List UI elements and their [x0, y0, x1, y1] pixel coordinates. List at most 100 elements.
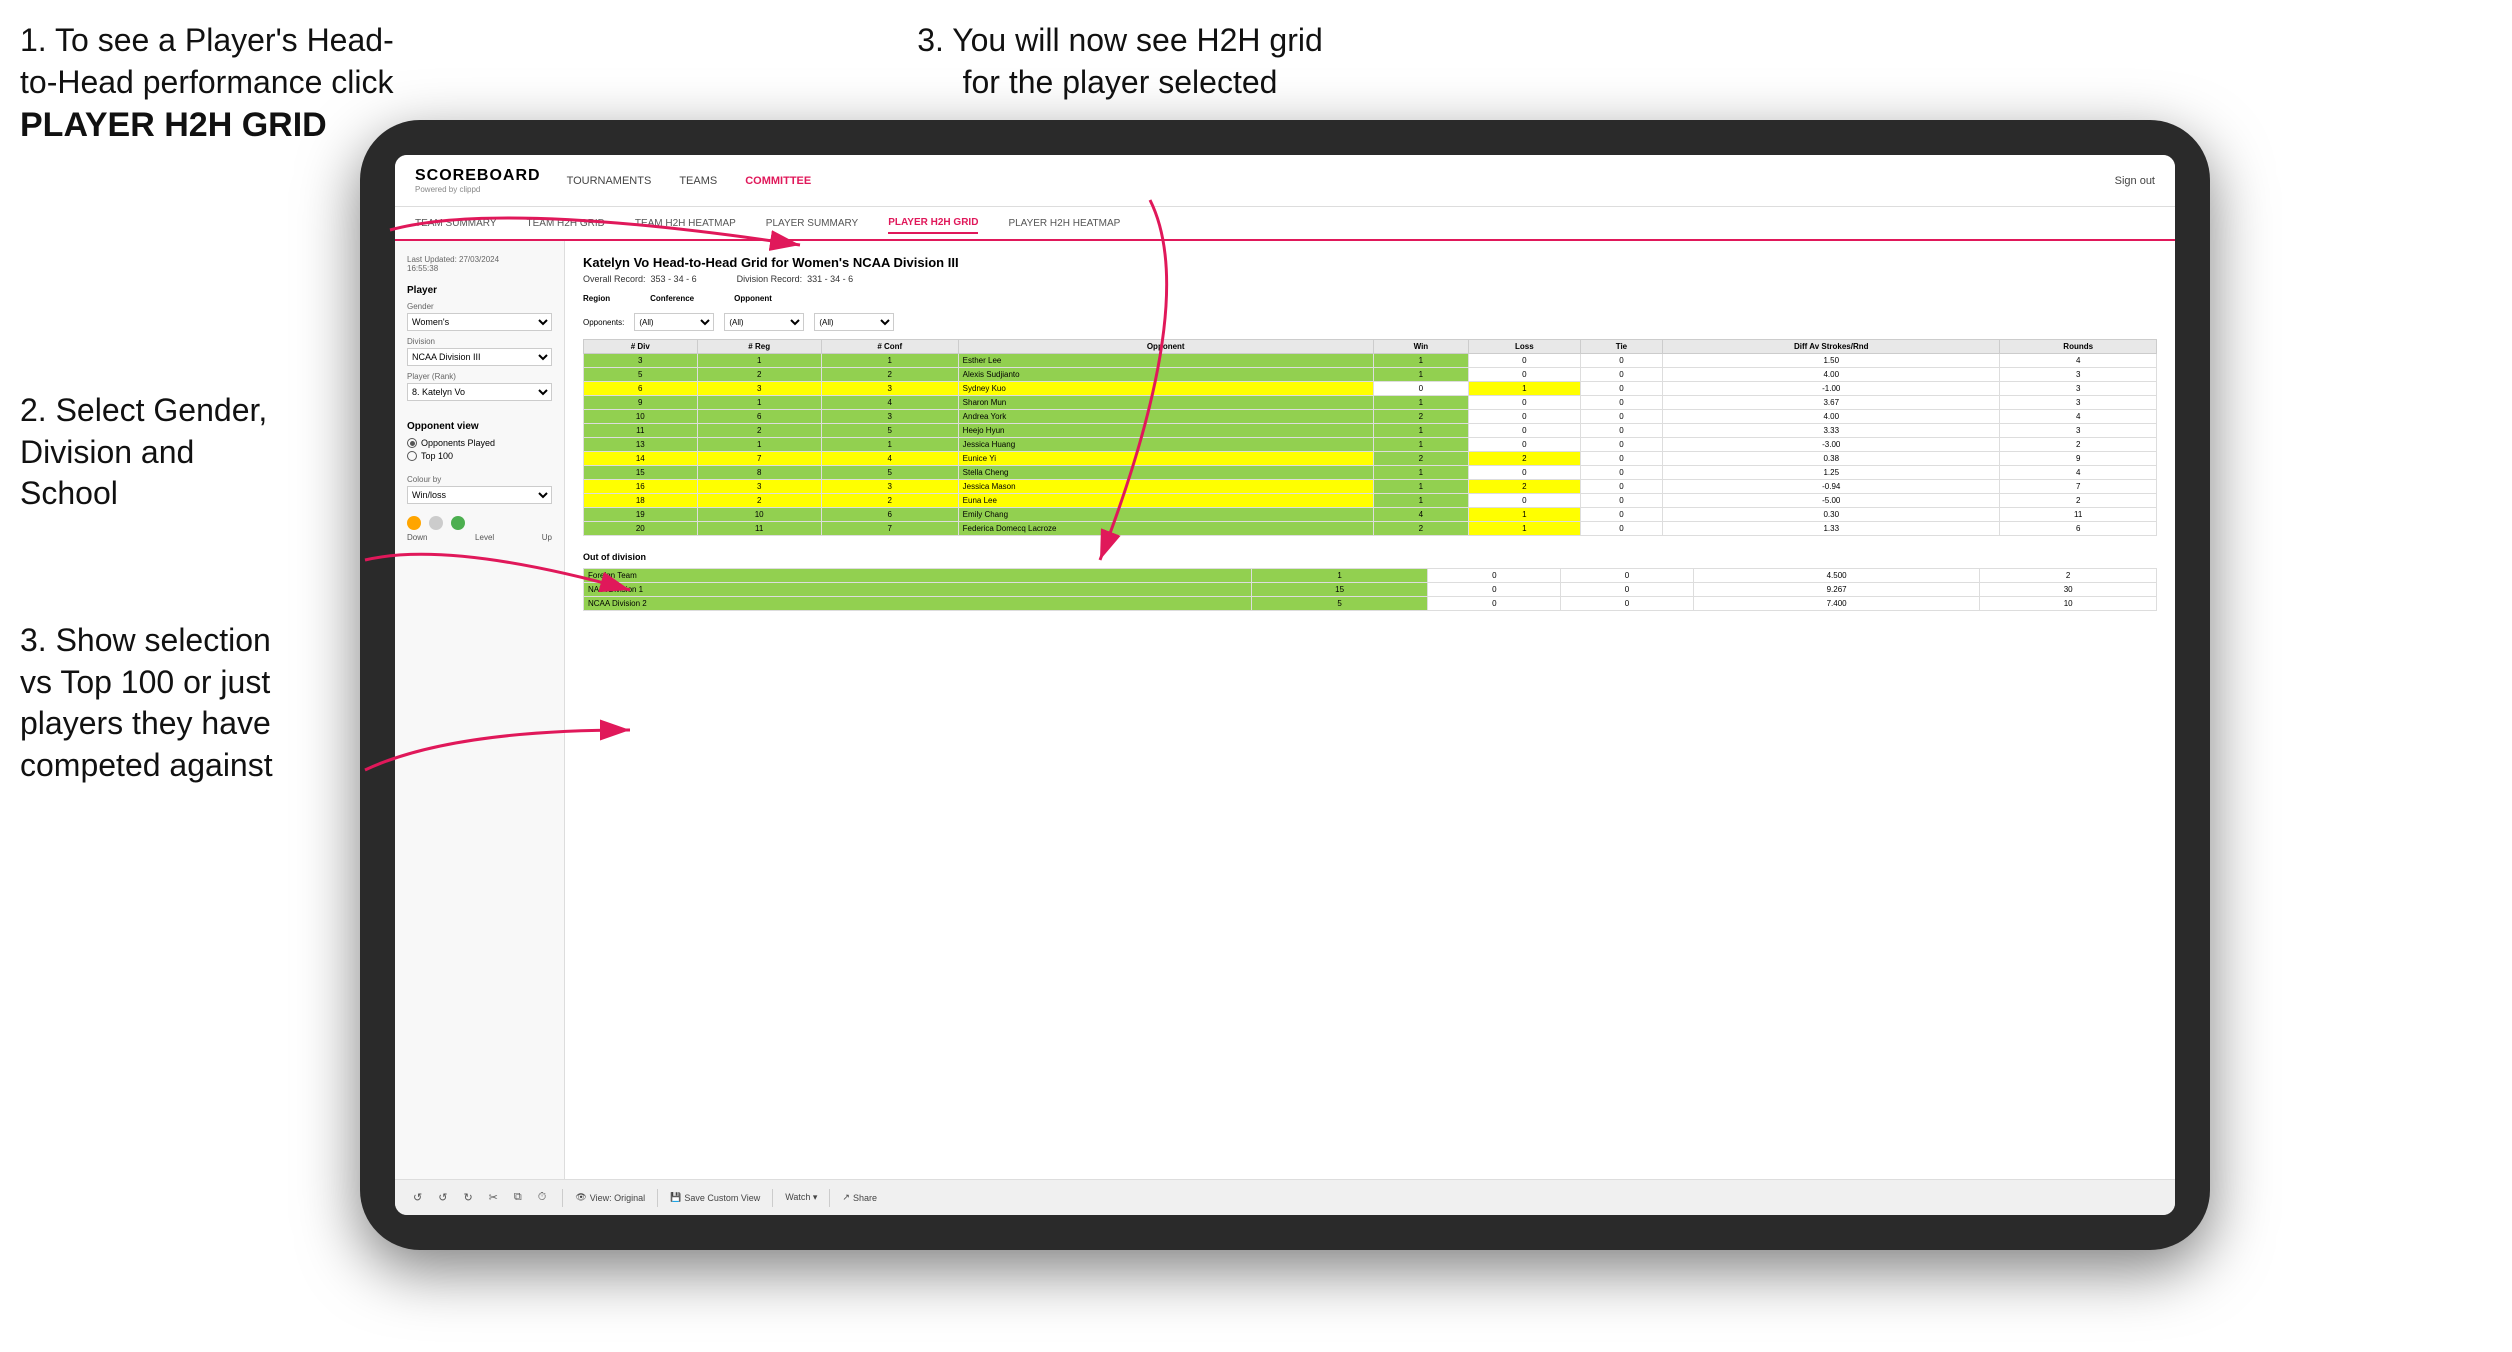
subnav-team-h2h-grid[interactable]: TEAM H2H GRID	[527, 214, 605, 233]
opponent-view-title: Opponent view	[407, 421, 552, 432]
radio-top100[interactable]: Top 100	[407, 451, 552, 461]
conference-filter[interactable]: (All)	[724, 313, 804, 331]
redo-btn[interactable]: ↻	[459, 1189, 476, 1206]
out-table-row: Foreign Team 1 0 0 4.500 2	[584, 569, 2157, 583]
table-row: 6 3 3 Sydney Kuo 0 1 0 -1.00 3	[584, 382, 2157, 396]
division-label: Division	[407, 337, 552, 346]
opponent-filter[interactable]: (All)	[814, 313, 894, 331]
toolbar-divider4	[829, 1189, 830, 1207]
table-row: 5 2 2 Alexis Sudjianto 1 0 0 4.00 3	[584, 368, 2157, 382]
toolbar-divider2	[657, 1189, 658, 1207]
col-win: Win	[1373, 340, 1468, 354]
logo-sub: Powered by clippd	[415, 185, 541, 194]
instruction-step3-right: 3. You will now see H2H grid for the pla…	[870, 20, 1370, 103]
view-original-btn[interactable]: 👁 View: Original	[575, 1192, 645, 1203]
main-content: Last Updated: 27/03/2024 16:55:38 Player…	[395, 241, 2175, 1179]
nav-committee[interactable]: COMMITTEE	[743, 171, 813, 191]
col-loss: Loss	[1469, 340, 1581, 354]
logo-area: SCOREBOARD Powered by clippd	[415, 167, 541, 194]
tablet-frame: SCOREBOARD Powered by clippd TOURNAMENTS…	[360, 120, 2210, 1250]
radio-opponents-played-circle	[407, 438, 417, 448]
undo2-btn[interactable]: ↺	[434, 1189, 451, 1206]
table-row: 11 2 5 Heejo Hyun 1 0 0 3.33 3	[584, 424, 2157, 438]
toolbar-divider1	[562, 1189, 563, 1207]
logo-text: SCOREBOARD	[415, 167, 541, 185]
colour-by-label: Colour by	[407, 475, 552, 484]
table-row: 14 7 4 Eunice Yi 2 2 0 0.38 9	[584, 452, 2157, 466]
col-opponent: Opponent	[958, 340, 1373, 354]
table-row: 10 6 3 Andrea York 2 0 0 4.00 4	[584, 410, 2157, 424]
tablet-screen: SCOREBOARD Powered by clippd TOURNAMENTS…	[395, 155, 2175, 1215]
opponents-filter[interactable]: (All)	[634, 313, 714, 331]
dot-down	[407, 516, 421, 530]
table-row: 13 1 1 Jessica Huang 1 0 0 -3.00 2	[584, 438, 2157, 452]
col-tie: Tie	[1580, 340, 1662, 354]
gender-label: Gender	[407, 302, 552, 311]
save-custom-btn[interactable]: 💾 Save Custom View	[670, 1192, 760, 1203]
opponent-view-section: Opponent view Opponents Played Top 100	[407, 421, 552, 461]
instruction-step1: 1. To see a Player's Head- to-Head perfo…	[20, 20, 400, 147]
toolbar-divider3	[772, 1189, 773, 1207]
nav-right: Sign out	[2115, 175, 2155, 187]
division-record: Division Record: 331 - 34 - 6	[737, 274, 854, 284]
colour-select[interactable]: Win/loss	[407, 486, 552, 504]
overall-record: Overall Record: 353 - 34 - 6	[583, 274, 697, 284]
division-select[interactable]: NCAA Division III	[407, 348, 552, 366]
save-icon: 💾	[670, 1192, 681, 1203]
table-row: 16 3 3 Jessica Mason 1 2 0 -0.94 7	[584, 480, 2157, 494]
copy-btn[interactable]: ⧉	[510, 1189, 526, 1206]
subnav-team-h2h-heatmap[interactable]: TEAM H2H HEATMAP	[635, 214, 736, 233]
colour-section: Colour by Win/loss Down Level Up	[407, 475, 552, 542]
grid-records: Overall Record: 353 - 34 - 6 Division Re…	[583, 274, 2157, 284]
subnav-team-summary[interactable]: TEAM SUMMARY	[415, 214, 497, 233]
table-row: 19 10 6 Emily Chang 4 1 0 0.30 11	[584, 508, 2157, 522]
share-btn[interactable]: ↗ Share	[842, 1192, 877, 1203]
out-of-division-label: Out of division	[583, 552, 2157, 562]
timestamp: Last Updated: 27/03/2024 16:55:38	[407, 255, 552, 273]
cut-btn[interactable]: ✂	[485, 1189, 502, 1206]
nav-bar: SCOREBOARD Powered by clippd TOURNAMENTS…	[395, 155, 2175, 207]
nav-tournaments[interactable]: TOURNAMENTS	[565, 171, 654, 191]
clock-btn[interactable]: ⏱	[534, 1189, 551, 1206]
radio-top100-circle	[407, 451, 417, 461]
col-rounds: Rounds	[2000, 340, 2157, 354]
grid-title: Katelyn Vo Head-to-Head Grid for Women's…	[583, 255, 2157, 270]
table-row: 3 1 1 Esther Lee 1 0 0 1.50 4	[584, 354, 2157, 368]
player-rank-label: Player (Rank)	[407, 372, 552, 381]
table-row: 18 2 2 Euna Lee 1 0 0 -5.00 2	[584, 494, 2157, 508]
left-panel: Last Updated: 27/03/2024 16:55:38 Player…	[395, 241, 565, 1179]
right-content: Katelyn Vo Head-to-Head Grid for Women's…	[565, 241, 2175, 1179]
table-row: 15 8 5 Stella Cheng 1 0 0 1.25 4	[584, 466, 2157, 480]
nav-teams[interactable]: TEAMS	[677, 171, 719, 191]
h2h-table: # Div # Reg # Conf Opponent Win Loss Tie…	[583, 339, 2157, 536]
nav-items: TOURNAMENTS TEAMS COMMITTEE	[565, 171, 814, 191]
dot-level	[429, 516, 443, 530]
col-reg: # Reg	[697, 340, 821, 354]
subnav-player-h2h-heatmap[interactable]: PLAYER H2H HEATMAP	[1008, 214, 1120, 233]
view-icon: 👁	[575, 1192, 586, 1203]
sub-nav: TEAM SUMMARY TEAM H2H GRID TEAM H2H HEAT…	[395, 207, 2175, 241]
colour-dots	[407, 516, 552, 530]
dot-up	[451, 516, 465, 530]
col-div: # Div	[584, 340, 698, 354]
undo-btn[interactable]: ↺	[409, 1189, 426, 1206]
instruction-step3-left: 3. Show selection vs Top 100 or just pla…	[20, 620, 360, 786]
player-section-title: Player	[407, 285, 552, 296]
colour-labels: Down Level Up	[407, 533, 552, 542]
watch-btn[interactable]: Watch ▾	[785, 1192, 817, 1203]
out-table-row: NCAA Division 2 5 0 0 7.400 10	[584, 597, 2157, 611]
radio-opponents-played[interactable]: Opponents Played	[407, 438, 552, 448]
bottom-toolbar: ↺ ↺ ↻ ✂ ⧉ ⏱ 👁 View: Original 💾 Save Cust…	[395, 1179, 2175, 1215]
out-of-division-table: Foreign Team 1 0 0 4.500 2 NAIA Division…	[583, 568, 2157, 611]
col-conf: # Conf	[821, 340, 958, 354]
col-diff: Diff Av Strokes/Rnd	[1663, 340, 2000, 354]
sign-out-link[interactable]: Sign out	[2115, 175, 2155, 187]
subnav-player-summary[interactable]: PLAYER SUMMARY	[766, 214, 858, 233]
out-table-row: NAIA Division 1 15 0 0 9.267 30	[584, 583, 2157, 597]
table-row: 20 11 7 Federica Domecq Lacroze 2 1 0 1.…	[584, 522, 2157, 536]
table-row: 9 1 4 Sharon Mun 1 0 0 3.67 3	[584, 396, 2157, 410]
subnav-player-h2h-grid[interactable]: PLAYER H2H GRID	[888, 213, 978, 234]
player-rank-select[interactable]: 8. Katelyn Vo	[407, 383, 552, 401]
gender-select[interactable]: Women's	[407, 313, 552, 331]
instruction-step2: 2. Select Gender, Division and School	[20, 390, 360, 515]
